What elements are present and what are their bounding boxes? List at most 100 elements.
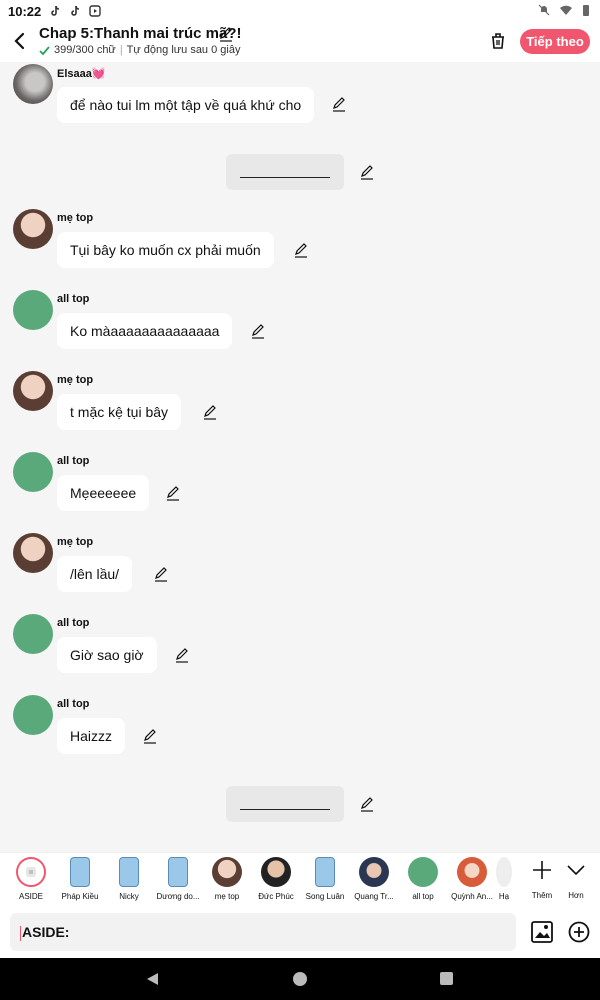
divider-line <box>240 809 330 810</box>
wifi-icon <box>560 5 572 15</box>
avatar[interactable] <box>13 371 53 411</box>
avatar[interactable] <box>13 695 53 735</box>
tiktok-icon <box>51 5 60 16</box>
avatar[interactable] <box>13 64 53 104</box>
scene-divider[interactable] <box>226 786 344 822</box>
next-button[interactable]: Tiếp theo <box>520 29 590 54</box>
character-item[interactable]: Hạ <box>496 857 512 901</box>
avatar[interactable] <box>13 452 53 492</box>
message-bubble[interactable]: t mặc kệ tụi bây <box>57 394 182 430</box>
avatar[interactable] <box>13 209 53 249</box>
input-value: ASIDE: <box>22 924 70 940</box>
author-name: mẹ top <box>57 374 94 386</box>
chat-area: Elsaaa💓 để nào tui lm một tập về quá khứ… <box>0 62 600 852</box>
character-label: all top <box>412 892 434 901</box>
scene-divider[interactable] <box>226 154 344 190</box>
edit-message-icon[interactable] <box>142 728 158 744</box>
character-item[interactable]: Quang Tr... <box>349 857 399 901</box>
more-button[interactable]: Hơn <box>563 859 589 900</box>
character-label: Đức Phúc <box>258 892 294 901</box>
text-caret <box>20 925 21 941</box>
edit-message-icon[interactable] <box>331 96 347 112</box>
nav-home-icon[interactable] <box>293 972 307 986</box>
character-item[interactable]: Nicky <box>104 857 154 901</box>
nav-recents-icon[interactable] <box>440 972 453 985</box>
system-nav-bar <box>0 958 600 1000</box>
add-character-button[interactable]: Thêm <box>528 859 556 900</box>
plus-icon <box>533 861 551 879</box>
separator: | <box>119 44 123 56</box>
divider-line <box>240 177 330 178</box>
character-avatar <box>315 857 335 887</box>
character-item[interactable]: Đức Phúc <box>251 857 301 901</box>
character-bar: ASIDE Pháp Kiều Nicky Dương do... mẹ top… <box>0 852 600 908</box>
trash-icon[interactable] <box>488 31 508 51</box>
character-item[interactable]: Quỳnh An... <box>447 857 497 901</box>
character-avatar <box>496 857 512 887</box>
character-label: ASIDE <box>18 892 43 901</box>
character-avatar <box>359 857 389 887</box>
battery-icon <box>583 5 589 16</box>
character-item[interactable]: Pháp Kiều <box>55 857 105 901</box>
chevron-down-icon <box>567 865 585 876</box>
message-bubble[interactable]: Haizzz <box>57 718 126 754</box>
character-item[interactable]: Dương do... <box>153 857 203 901</box>
avatar[interactable] <box>13 290 53 330</box>
edit-message-icon[interactable] <box>153 566 169 582</box>
message-input[interactable]: ASIDE: <box>10 913 516 951</box>
edit-divider-icon[interactable] <box>359 164 375 180</box>
character-avatar <box>408 857 438 887</box>
app-notification-icon <box>89 5 101 17</box>
message-bubble[interactable]: Mẹeeeeee <box>57 475 150 511</box>
avatar[interactable] <box>13 614 53 654</box>
message-bubble[interactable]: /lên lầu/ <box>57 556 133 592</box>
character-avatar <box>70 857 90 887</box>
character-label: Hạ <box>498 892 510 901</box>
message-bubble[interactable]: để nào tui lm một tập về quá khứ cho <box>57 87 315 123</box>
author-name: all top <box>57 293 90 305</box>
character-label: Quang Tr... <box>354 892 394 901</box>
edit-message-icon[interactable] <box>174 647 190 663</box>
add-label: Thêm <box>531 891 553 900</box>
character-avatar <box>261 857 291 887</box>
character-label: Nicky <box>119 892 139 901</box>
character-aside[interactable]: ASIDE <box>6 857 56 901</box>
edit-title-icon[interactable] <box>218 26 234 42</box>
character-avatar <box>212 857 242 887</box>
edit-divider-icon[interactable] <box>359 796 375 812</box>
character-label: Song Luân <box>305 892 345 901</box>
chapter-title[interactable]: Chap 5:Thanh mai trúc mã?! <box>39 25 242 42</box>
autosave-text: Tự động lưu sau 0 giây <box>126 44 241 56</box>
tiktok-icon <box>71 5 80 16</box>
editor-header: Chap 5:Thanh mai trúc mã?! 399/300 chữ |… <box>0 22 600 62</box>
character-item[interactable]: all top <box>398 857 448 901</box>
edit-message-icon[interactable] <box>293 242 309 258</box>
mute-icon <box>538 4 550 16</box>
check-icon <box>39 45 50 55</box>
image-icon[interactable] <box>531 921 553 943</box>
character-item[interactable]: mẹ top <box>202 857 252 901</box>
edit-message-icon[interactable] <box>165 485 181 501</box>
nav-back-icon[interactable] <box>146 972 160 986</box>
character-label: Pháp Kiều <box>61 892 99 901</box>
character-label: mẹ top <box>214 892 240 901</box>
character-avatar <box>119 857 139 887</box>
add-circle-icon[interactable] <box>568 921 590 943</box>
back-icon[interactable] <box>10 30 30 52</box>
character-label: Quỳnh An... <box>451 892 493 901</box>
edit-message-icon[interactable] <box>250 323 266 339</box>
save-status: 399/300 chữ | Tự động lưu sau 0 giây <box>39 44 240 56</box>
aside-icon <box>16 857 46 887</box>
author-name: mẹ top <box>57 536 94 548</box>
avatar[interactable] <box>13 533 53 573</box>
author-name: mẹ top <box>57 212 94 224</box>
author-name: all top <box>57 698 90 710</box>
message-bubble[interactable]: Giờ sao giờ <box>57 637 157 673</box>
author-name: all top <box>57 617 90 629</box>
character-avatar <box>457 857 487 887</box>
edit-message-icon[interactable] <box>202 404 218 420</box>
character-item[interactable]: Song Luân <box>300 857 350 901</box>
message-bubble[interactable]: Tụi bây ko muốn cx phải muốn <box>57 232 274 268</box>
message-bubble[interactable]: Ko màaaaaaaaaaaaaaa <box>57 313 233 349</box>
author-name: all top <box>57 455 90 467</box>
